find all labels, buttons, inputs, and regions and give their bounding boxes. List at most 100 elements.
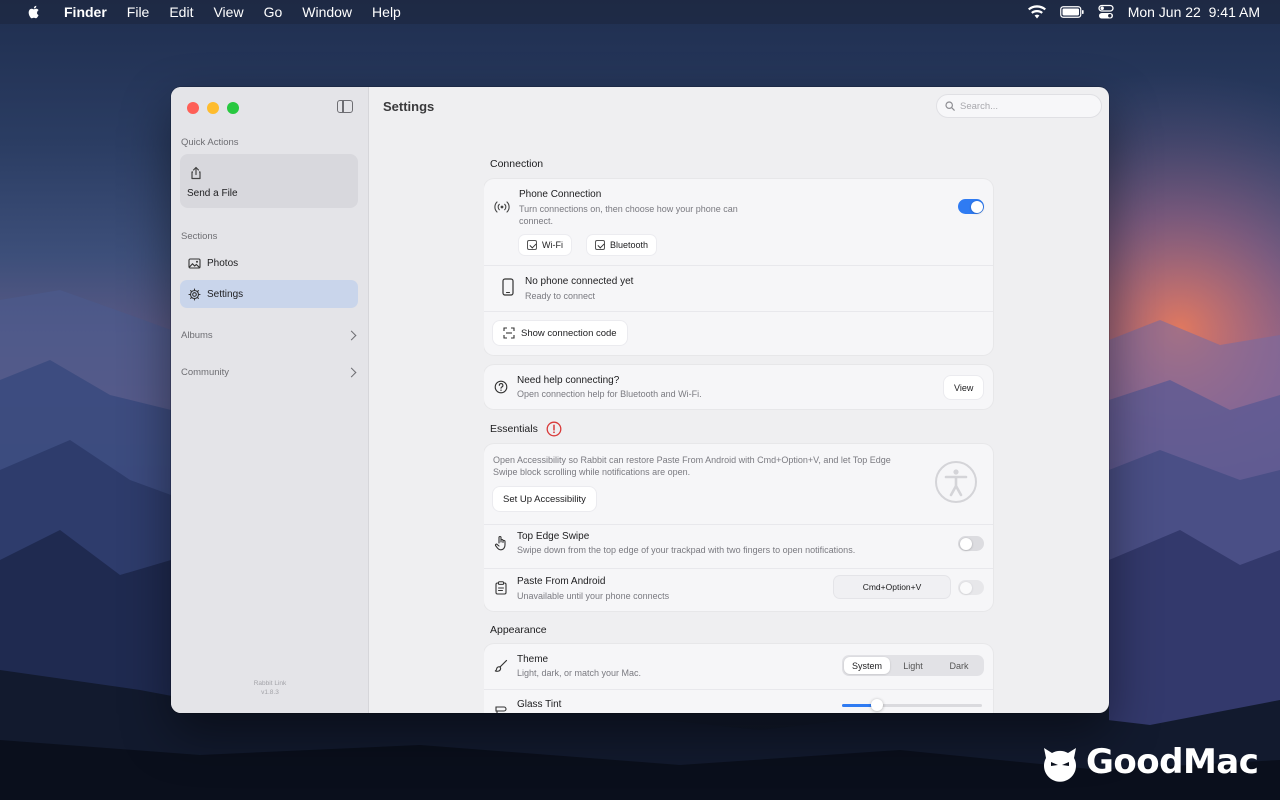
qr-scan-icon [503,327,515,339]
chevron-right-icon [346,367,357,378]
theme-option-system[interactable]: System [844,657,890,674]
glass-tint-slider-thumb[interactable] [871,699,883,711]
connection-heading: Connection [490,158,543,170]
page-title: Settings [383,99,435,114]
minimize-window-button[interactable] [207,102,219,114]
help-title: Need help connecting? [517,375,620,386]
menu-bar: Finder File Edit View Go Window Help Mon… [0,0,1280,24]
connection-card: Phone Connection Turn connections on, th… [484,179,993,355]
checkbox-checked-icon [527,240,537,250]
glass-tint-title: Glass Tint [517,699,562,710]
search-icon [945,101,955,111]
essentials-heading: Essentials [490,421,562,437]
menu-edit[interactable]: Edit [169,4,193,20]
sidebar-toggle-icon[interactable] [337,100,353,113]
menu-help[interactable]: Help [372,4,401,20]
top-edge-swipe-title: Top Edge Swipe [517,531,590,542]
sidebar-item-photos[interactable]: Photos [180,249,358,277]
chevron-right-icon [346,330,357,341]
show-connection-code-button[interactable]: Show connection code [493,321,627,345]
divider [484,689,993,690]
battery-icon[interactable] [1059,6,1084,18]
connection-heading-label: Connection [490,158,544,170]
theme-title: Theme [517,654,549,665]
app-window: Quick Actions Send a File Sections Photo… [171,87,1109,713]
sidebar-item-label: Settings [207,288,244,300]
phone-connection-toggle[interactable] [958,199,984,214]
albums-label: Albums [181,330,213,341]
community-label: Community [181,367,230,378]
top-edge-swipe-subtitle: Swipe down from the top edge of your tra… [517,545,856,555]
exclamation-circle-icon [546,421,562,437]
goodmac-logo-icon [1044,748,1076,782]
control-center-icon[interactable] [1098,4,1114,20]
send-file-action[interactable]: Send a File [180,154,358,208]
close-window-button[interactable] [187,102,199,114]
zoom-window-button[interactable] [227,102,239,114]
paste-from-android-title: Paste From Android [517,576,606,587]
search-input[interactable] [960,100,1090,112]
set-up-accessibility-button[interactable]: Set Up Accessibility [493,487,596,511]
send-file-label: Send a File [187,188,238,199]
app-version: Rabbit Link v1.8.3 [171,679,369,697]
phone-status-subtitle: Ready to connect [525,291,596,301]
theme-option-light[interactable]: Light [890,657,936,674]
phone-status-title: No phone connected yet [525,276,634,287]
bluetooth-checkbox-label: Bluetooth [610,240,649,250]
sidebar-group-community[interactable]: Community [181,367,359,378]
theme-segmented-control: System Light Dark [842,655,984,676]
sidebar: Quick Actions Send a File Sections Photo… [171,87,369,713]
appearance-heading: Appearance [490,624,547,636]
accessibility-icon [935,461,977,503]
divider [484,568,993,569]
theme-option-dark[interactable]: Dark [936,657,982,674]
view-help-button[interactable]: View [944,376,984,399]
search-field[interactable] [936,94,1102,118]
divider [484,311,993,312]
wifi-checkbox-label: Wi-Fi [542,240,563,250]
accessibility-note: Open Accessibility so Rabbit can restore… [493,455,891,477]
broadcast-icon [494,201,510,213]
paste-shortcut-field[interactable]: Cmd+Option+V [834,576,950,598]
wifi-checkbox[interactable]: Wi-Fi [519,235,571,255]
share-icon [191,166,201,180]
essentials-card: Open Accessibility so Rabbit can restore… [484,444,993,611]
glass-tint-icon [495,706,507,713]
paste-from-android-toggle[interactable] [958,580,984,595]
help-subtitle: Open connection help for Bluetooth and W… [517,389,702,399]
phone-connection-subtitle: Turn connections on, then choose how you… [519,204,738,226]
apple-logo-icon[interactable] [26,4,42,20]
sidebar-item-label: Photos [207,257,239,269]
sections-heading: Sections [181,231,218,242]
phone-connection-title: Phone Connection [519,189,602,200]
show-connection-code-label: Show connection code [521,327,617,339]
watermark-text: GoodMac [1086,742,1259,782]
sidebar-group-albums[interactable]: Albums [181,330,359,341]
menu-go[interactable]: Go [264,4,283,20]
appearance-heading-label: Appearance [490,624,547,636]
divider [484,265,993,266]
essentials-heading-label: Essentials [490,423,538,435]
divider [484,524,993,525]
hand-swipe-icon [494,535,506,551]
sidebar-item-settings[interactable]: Settings [180,280,358,308]
menu-view[interactable]: View [213,4,243,20]
bluetooth-checkbox[interactable]: Bluetooth [587,235,657,255]
photo-icon [188,257,201,269]
clipboard-icon [495,581,507,595]
menu-file[interactable]: File [127,4,150,20]
help-card: Need help connecting? Open connection he… [484,365,993,409]
appearance-card: Theme Light, dark, or match your Mac. Sy… [484,644,993,713]
settings-content: Connection Phone Connection Turn connect… [484,131,994,713]
watermark: GoodMac [1040,742,1259,782]
menu-clock[interactable]: Mon Jun 22 9:41 AM [1128,4,1260,20]
app-name: Rabbit Link [253,680,287,687]
top-edge-swipe-toggle[interactable] [958,536,984,551]
phone-icon [502,278,514,296]
menu-finder[interactable]: Finder [64,4,107,20]
wifi-icon[interactable] [1027,5,1046,19]
checkbox-checked-icon [595,240,605,250]
menu-window[interactable]: Window [302,4,352,20]
paintbrush-icon [494,659,508,672]
question-circle-icon [494,380,508,394]
